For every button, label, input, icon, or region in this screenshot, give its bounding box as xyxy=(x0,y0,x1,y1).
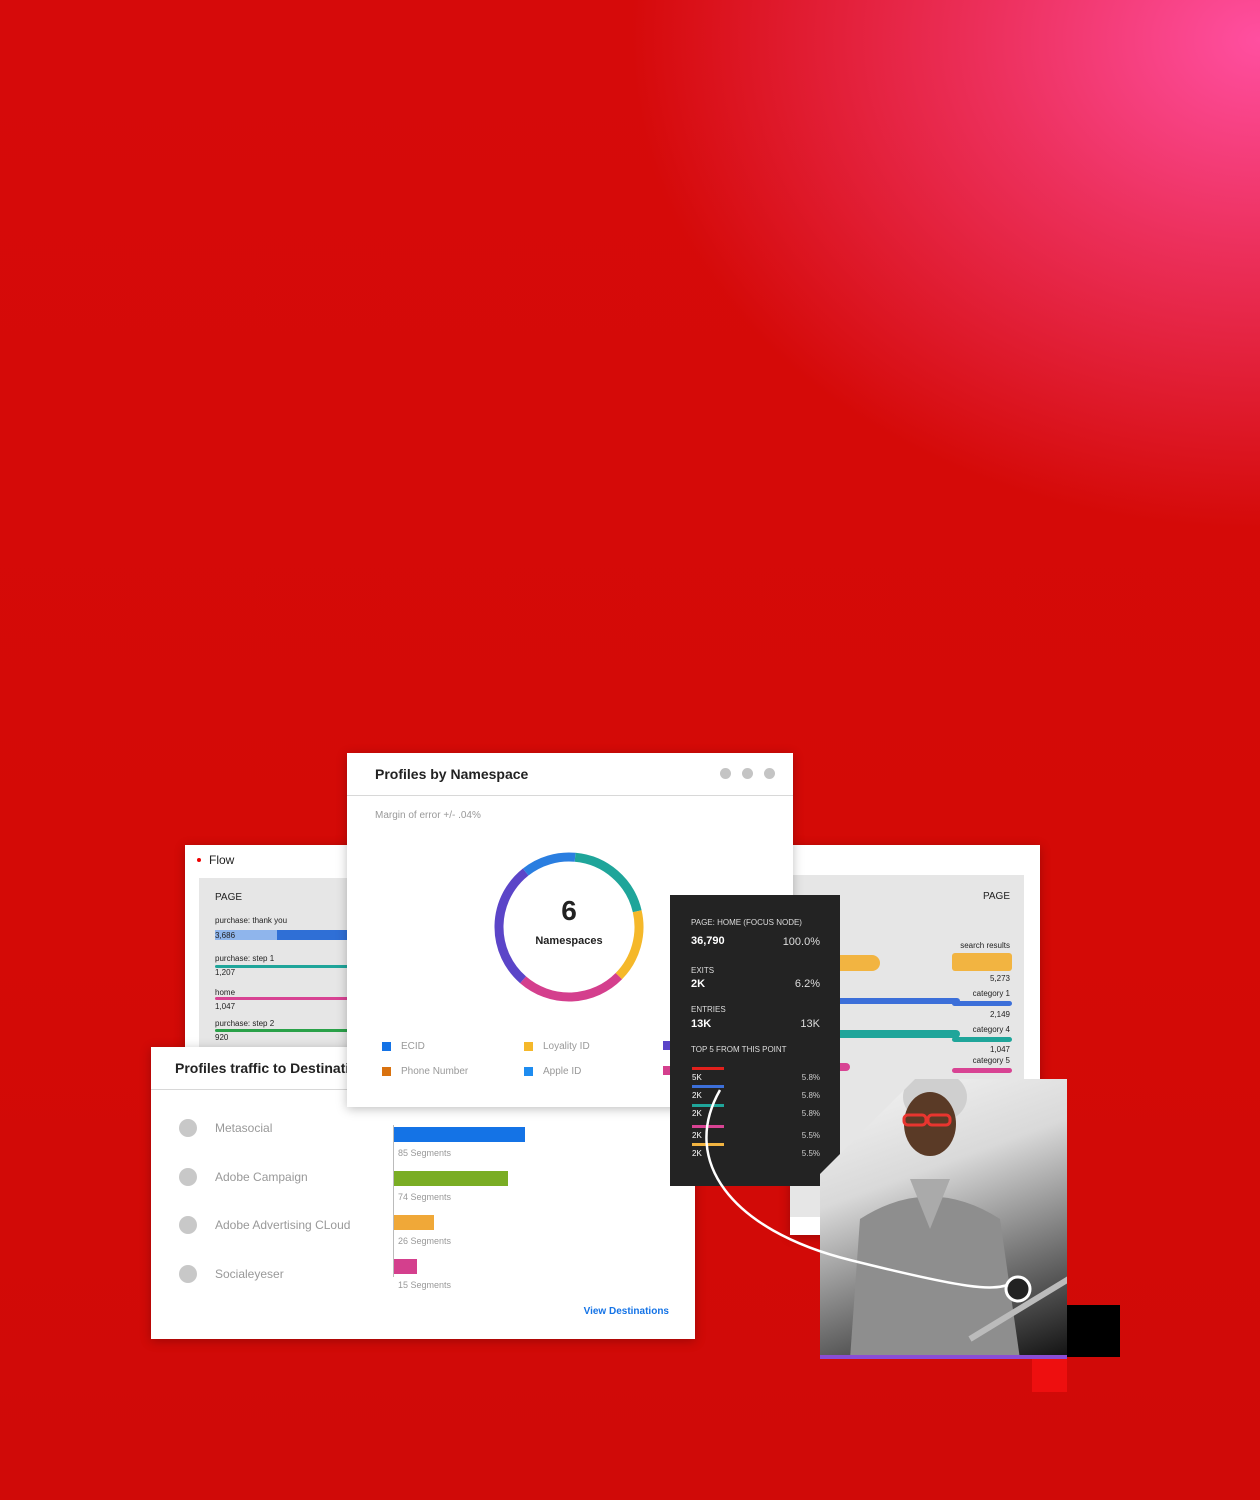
flow-right-bar xyxy=(952,1068,1012,1073)
namespace-count-label: Namespaces xyxy=(535,935,602,947)
window-dot-icon[interactable] xyxy=(764,768,775,779)
legend-swatch xyxy=(524,1067,533,1076)
destination-item[interactable]: Adobe Advertising CLoud xyxy=(179,1216,350,1234)
flow-right-bar xyxy=(952,953,1012,971)
destination-name: Socialeyeser xyxy=(215,1267,284,1281)
segment-bar xyxy=(394,1127,525,1142)
destination-name: Metasocial xyxy=(215,1121,273,1135)
flow-item-value: 1,207 xyxy=(215,968,236,977)
exits-label: EXITS xyxy=(691,966,715,975)
flow-item-label: purchase: step 2 xyxy=(215,1019,275,1028)
destination-item[interactable]: Adobe Campaign xyxy=(179,1168,308,1186)
segment-count: 26 Segments xyxy=(398,1236,452,1246)
flow-item-value: 1,047 xyxy=(215,1002,236,1011)
legend-item-phone-number: Phone Number xyxy=(382,1066,468,1077)
donut-segment xyxy=(615,910,644,980)
flow-item-label: purchase: step 1 xyxy=(215,954,275,963)
entries-pct: 13K xyxy=(800,1018,820,1030)
destination-name: Adobe Advertising CLoud xyxy=(215,1218,351,1232)
flow-right-page-label: PAGE xyxy=(982,891,1010,902)
view-destinations-link[interactable]: View Destinations xyxy=(584,1306,669,1317)
exits-pct: 6.2% xyxy=(794,978,820,990)
legend-swatch xyxy=(382,1067,391,1076)
legend-item-apple-id: Apple ID xyxy=(524,1066,581,1077)
entries-value: 13K xyxy=(691,1018,712,1030)
flow-right-item-label: search results xyxy=(960,941,1010,950)
segment-count: 74 Segments xyxy=(398,1192,452,1202)
legend-label: Phone Number xyxy=(401,1066,469,1077)
legend-swatch xyxy=(382,1042,391,1051)
flow-right-bar xyxy=(952,1037,1012,1042)
flow-page-label: PAGE xyxy=(215,892,243,903)
legend-label: Loyality ID xyxy=(543,1041,590,1052)
destination-item[interactable]: Metasocial xyxy=(179,1119,272,1137)
flow-item-label: purchase: thank you xyxy=(215,916,288,925)
flow-right-item-value: 5,273 xyxy=(989,974,1010,983)
legend-label: ECID xyxy=(401,1041,425,1052)
donut-segment xyxy=(522,852,576,876)
destination-icon xyxy=(179,1168,197,1186)
namespace-donut-chart: 6 Namespaces xyxy=(494,852,644,1002)
decorative-block xyxy=(1032,1355,1067,1392)
decorative-block xyxy=(1060,1305,1120,1357)
donut-segment xyxy=(574,852,642,913)
namespace-count: 6 xyxy=(561,895,577,926)
flow-item-label: home xyxy=(215,988,236,997)
flow-right-item-label: category 5 xyxy=(972,1056,1010,1065)
connector-line xyxy=(705,1089,1009,1289)
destination-icon xyxy=(179,1265,197,1283)
segment-bar xyxy=(394,1171,509,1186)
destination-icon xyxy=(179,1119,197,1137)
flow-right-item-value: 2,149 xyxy=(989,1010,1010,1019)
flow-item-value: 920 xyxy=(215,1033,229,1042)
window-controls xyxy=(720,768,775,779)
destination-item[interactable]: Socialeyeser xyxy=(179,1265,284,1283)
focus-node-label: PAGE: HOME (FOCUS NODE) xyxy=(691,918,802,927)
focus-node-value: 36,790 xyxy=(691,935,725,947)
segment-count: 15 Segments xyxy=(398,1280,452,1290)
flow-title: Flow xyxy=(209,853,235,867)
focus-node-pct: 100.0% xyxy=(782,936,820,948)
segment-bar xyxy=(394,1215,435,1230)
donut-segment xyxy=(520,972,623,1002)
flow-right-bar xyxy=(952,1001,1012,1006)
margin-of-error: Margin of error +/- .04% xyxy=(375,810,481,821)
spectrum-bar xyxy=(820,1355,1067,1359)
segments-axis xyxy=(393,1125,394,1277)
legend-label: Apple ID xyxy=(543,1066,582,1077)
window-dot-icon[interactable] xyxy=(720,768,731,779)
legend-item-loyality-id: Loyality ID xyxy=(524,1041,590,1052)
destination-name: Adobe Campaign xyxy=(215,1170,308,1184)
flow-item-value: 3,686 xyxy=(215,931,236,940)
top5-label: TOP 5 FROM THIS POINT xyxy=(691,1045,787,1054)
connector-curve xyxy=(705,1089,1009,1289)
window-dot-icon[interactable] xyxy=(742,768,753,779)
segment-bar xyxy=(394,1259,418,1274)
segment-count: 85 Segments xyxy=(398,1148,452,1158)
legend-item-ecid: ECID xyxy=(382,1041,425,1052)
flow-right-item-label: category 4 xyxy=(972,1025,1010,1034)
top5-line xyxy=(692,1067,724,1070)
destination-icon xyxy=(179,1216,197,1234)
entries-label: ENTRIES xyxy=(691,1005,726,1014)
flow-right-item-label: category 1 xyxy=(972,989,1010,998)
donut-segment xyxy=(494,868,529,984)
legend-swatch xyxy=(524,1042,533,1051)
flow-dot-icon xyxy=(197,858,201,862)
flow-right-item-value: 1,047 xyxy=(989,1045,1010,1054)
exits-value: 2K xyxy=(691,978,706,990)
